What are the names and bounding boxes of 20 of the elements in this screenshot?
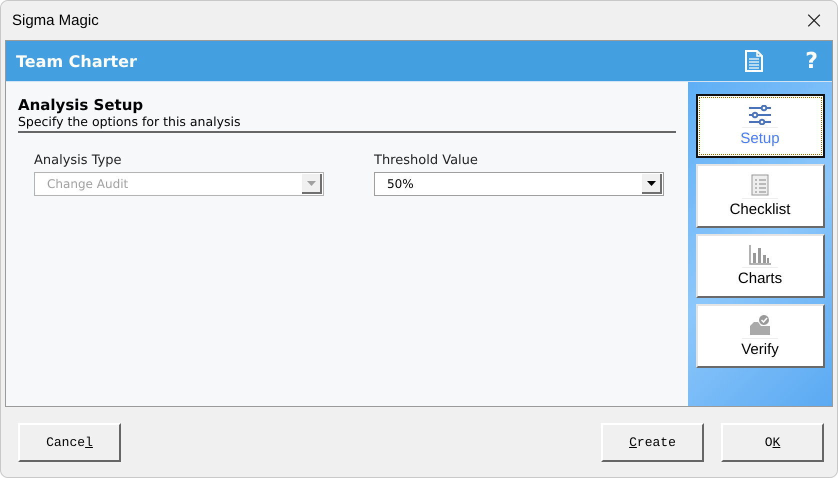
dialog-button[interactable]: Cancel: [18, 422, 121, 462]
nav-button[interactable]: Checklist: [696, 164, 824, 228]
nav-button[interactable]: Verify: [696, 304, 824, 368]
nav-button[interactable]: Charts: [696, 234, 824, 298]
bar-chart-icon: [749, 245, 771, 265]
section-subtitle: Specify the options for this analysis: [18, 114, 242, 129]
sliders-icon: [749, 105, 771, 125]
dialog-button[interactable]: OK: [721, 422, 824, 462]
tray-check-icon: [749, 314, 771, 336]
dropdown-field[interactable]: 50%: [374, 172, 664, 196]
dialog-button[interactable]: Create: [601, 422, 704, 462]
field-label: Analysis Type: [34, 153, 123, 168]
close-button[interactable]: ×: [791, 1, 837, 39]
nav-button[interactable]: Setup: [696, 94, 824, 158]
window-title: Sigma Magic: [12, 12, 100, 28]
section-title: Analysis Setup: [18, 96, 144, 114]
document-icon[interactable]: [745, 50, 764, 72]
field-label: Threshold Value: [374, 153, 479, 168]
checklist-icon: [751, 174, 769, 196]
header-title: Team Charter: [16, 52, 138, 70]
